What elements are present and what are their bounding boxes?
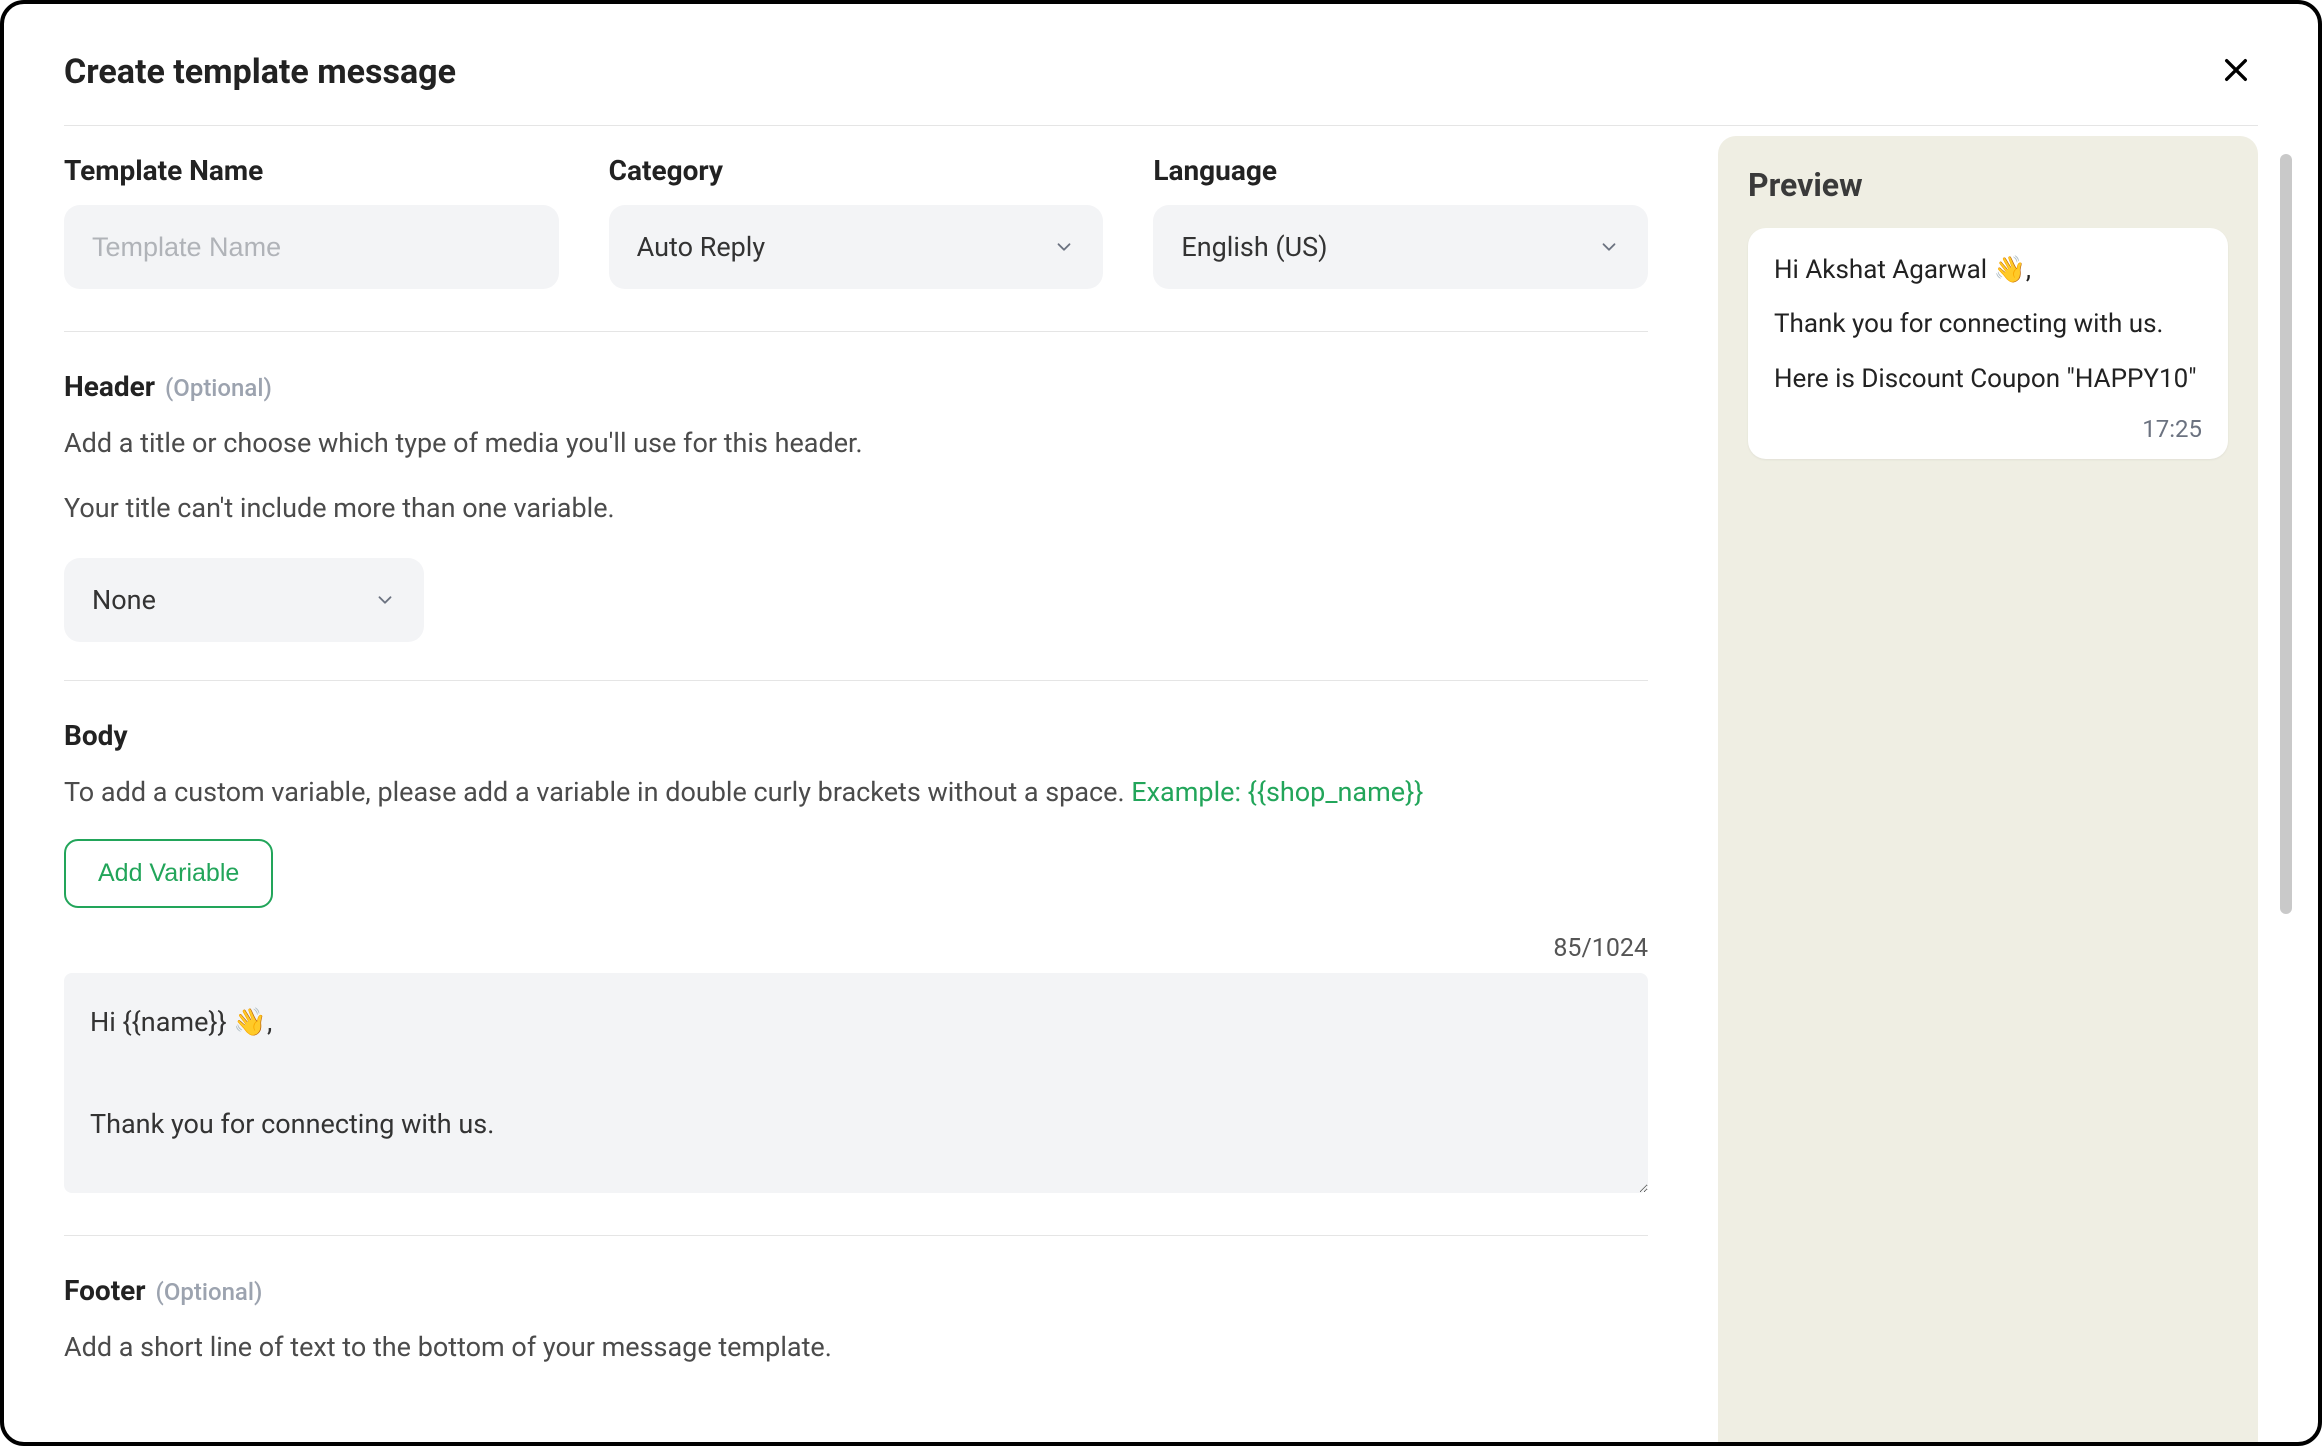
modal-header: Create template message bbox=[64, 48, 2258, 126]
preview-line: Here is Discount Coupon "HAPPY10" bbox=[1774, 361, 2202, 397]
chevron-down-icon bbox=[1598, 236, 1620, 258]
scrollbar[interactable] bbox=[2280, 154, 2292, 914]
header-type-selected-value: None bbox=[92, 584, 156, 616]
close-button[interactable] bbox=[2214, 48, 2258, 95]
language-label: Language bbox=[1153, 154, 1648, 187]
preview-message-bubble: Hi Akshat Agarwal 👋, Thank you for conne… bbox=[1748, 228, 2228, 459]
header-optional-label: (Optional) bbox=[165, 374, 272, 402]
template-name-label: Template Name bbox=[64, 154, 559, 187]
body-section: Body To add a custom variable, please ad… bbox=[64, 681, 1648, 1236]
body-textarea[interactable] bbox=[64, 973, 1648, 1193]
footer-section: Footer (Optional) Add a short line of te… bbox=[64, 1236, 1648, 1406]
header-desc-1: Add a title or choose which type of medi… bbox=[64, 423, 1648, 464]
form-column: Template Name Category Auto Reply Langua… bbox=[64, 126, 1658, 1442]
template-name-field: Template Name bbox=[64, 154, 559, 289]
preview-line: Thank you for connecting with us. bbox=[1774, 306, 2202, 342]
category-field: Category Auto Reply bbox=[609, 154, 1104, 289]
chevron-down-icon bbox=[1053, 236, 1075, 258]
preview-title: Preview bbox=[1748, 166, 2228, 204]
footer-desc: Add a short line of text to the bottom o… bbox=[64, 1327, 1648, 1368]
footer-optional-label: (Optional) bbox=[156, 1278, 263, 1306]
language-field: Language English (US) bbox=[1153, 154, 1648, 289]
body-section-title: Body bbox=[64, 719, 128, 752]
body-example-text: Example: {{shop_name}} bbox=[1131, 776, 1423, 808]
chevron-down-icon bbox=[374, 589, 396, 611]
preview-panel: Preview Hi Akshat Agarwal 👋, Thank you f… bbox=[1718, 136, 2258, 1442]
body-desc: To add a custom variable, please add a v… bbox=[64, 772, 1648, 813]
header-desc-2: Your title can't include more than one v… bbox=[64, 488, 1648, 529]
template-name-input[interactable] bbox=[64, 205, 559, 289]
footer-section-title: Footer bbox=[64, 1274, 146, 1307]
add-variable-button[interactable]: Add Variable bbox=[64, 839, 273, 908]
preview-timestamp: 17:25 bbox=[1774, 415, 2202, 443]
preview-line: Hi Akshat Agarwal 👋, bbox=[1774, 252, 2202, 288]
category-label: Category bbox=[609, 154, 1104, 187]
header-section: Header (Optional) Add a title or choose … bbox=[64, 332, 1648, 681]
category-selected-value: Auto Reply bbox=[637, 231, 765, 263]
body-char-count: 85/1024 bbox=[64, 934, 1648, 963]
header-section-title: Header bbox=[64, 370, 155, 403]
language-selected-value: English (US) bbox=[1181, 231, 1327, 263]
language-select[interactable]: English (US) bbox=[1153, 205, 1648, 289]
category-select[interactable]: Auto Reply bbox=[609, 205, 1104, 289]
modal-title: Create template message bbox=[64, 52, 456, 92]
close-icon bbox=[2220, 54, 2252, 86]
header-type-select[interactable]: None bbox=[64, 558, 424, 642]
